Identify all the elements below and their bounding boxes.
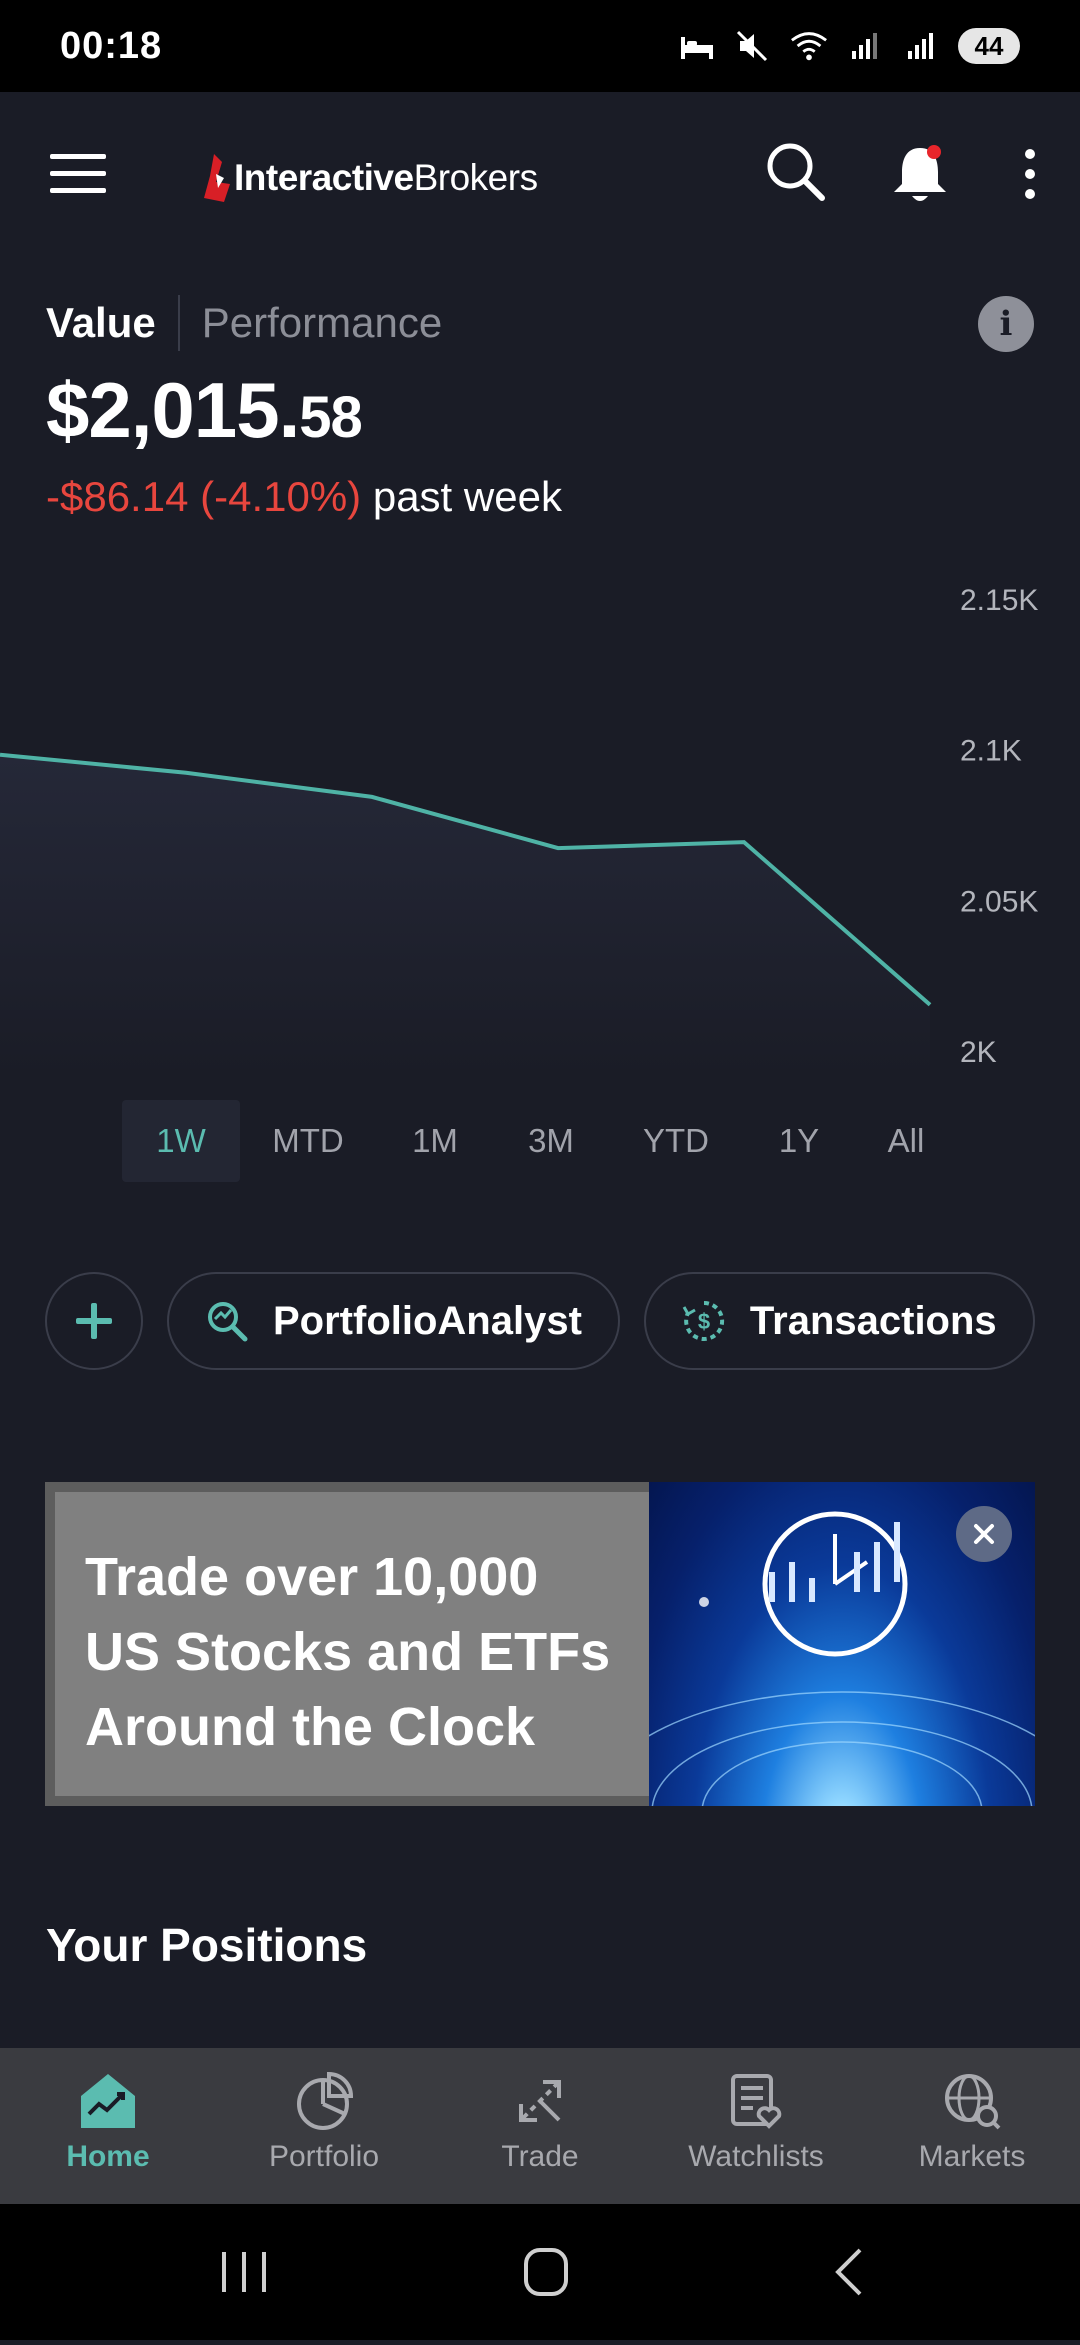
y-tick-label: 2.05K: [960, 885, 1038, 918]
pie-chart-icon: [293, 2070, 355, 2132]
status-time: 00:18: [60, 25, 162, 68]
tab-divider: [178, 295, 180, 351]
range-1w[interactable]: 1W: [122, 1100, 240, 1182]
brokers-logo-icon: [200, 152, 234, 204]
tab-value[interactable]: Value: [46, 299, 156, 347]
nav-portfolio[interactable]: Portfolio: [216, 2048, 432, 2204]
menu-icon[interactable]: [46, 144, 110, 204]
tab-performance[interactable]: Performance: [202, 299, 442, 347]
range-1y[interactable]: 1Y: [744, 1100, 854, 1182]
info-icon[interactable]: i: [978, 296, 1034, 352]
portfolio-analyst-label: PortfolioAnalyst: [273, 1299, 582, 1344]
home-chart-icon: [77, 2070, 139, 2132]
interactive-brokers-logo: InteractiveBrokers: [200, 148, 538, 208]
time-range-selector: 1WMTD1M3MYTD1YAll: [122, 1100, 958, 1182]
transactions-history-icon: $: [680, 1297, 728, 1345]
transactions-button[interactable]: $ Transactions: [644, 1272, 1035, 1370]
svg-text:$: $: [698, 1309, 710, 1334]
nav-trade[interactable]: Trade: [432, 2048, 648, 2204]
y-tick-label: 2.15K: [960, 584, 1038, 617]
range-mtd[interactable]: MTD: [240, 1100, 376, 1182]
status-bar: 00:18 44: [0, 0, 1080, 92]
range-1m[interactable]: 1M: [376, 1100, 494, 1182]
promo-line-2: US Stocks and ETFs: [85, 1615, 665, 1690]
nav-portfolio-label: Portfolio: [269, 2140, 379, 2174]
promo-banner-text-panel: Trade over 10,000 US Stocks and ETFs Aro…: [55, 1492, 655, 1796]
mute-icon: [734, 29, 772, 63]
portfolio-analyst-button[interactable]: PortfolioAnalyst: [167, 1272, 620, 1370]
plus-icon: [72, 1299, 116, 1343]
nav-trade-label: Trade: [501, 2140, 578, 2174]
promo-line-3: Around the Clock: [85, 1690, 665, 1765]
app-bar: InteractiveBrokers: [0, 92, 1080, 252]
nav-watchlists[interactable]: Watchlists: [648, 2048, 864, 2204]
search-icon[interactable]: [762, 138, 830, 206]
range-ytd[interactable]: YTD: [608, 1100, 744, 1182]
recent-apps-icon[interactable]: [222, 2252, 266, 2292]
signal-roaming-icon: [902, 29, 940, 63]
nav-markets-label: Markets: [919, 2140, 1026, 2174]
trade-arrows-icon: [509, 2070, 571, 2132]
signal-icon: [846, 29, 884, 63]
transactions-label: Transactions: [750, 1299, 997, 1344]
range-3m[interactable]: 3M: [494, 1100, 608, 1182]
battery-indicator: 44: [958, 28, 1020, 64]
chart-area-fill: [0, 755, 930, 1080]
nav-home[interactable]: Home: [0, 2048, 216, 2204]
globe-search-icon: [941, 2070, 1003, 2132]
sleep-mode-icon: [678, 29, 716, 63]
your-positions-heading: Your Positions: [46, 1918, 367, 1972]
portfolio-value-chart[interactable]: 2.15K 2.1K 2.05K 2K: [0, 560, 1080, 1080]
nav-markets[interactable]: Markets: [864, 2048, 1080, 2204]
nav-home-label: Home: [66, 2140, 149, 2174]
account-value-cents: 58: [299, 385, 362, 450]
promo-banner[interactable]: Trade over 10,000 US Stocks and ETFs Aro…: [45, 1482, 1035, 1806]
notifications-bell-icon[interactable]: [888, 140, 952, 208]
logo-text-brokers: Brokers: [414, 157, 538, 199]
portfolio-analyst-icon: [203, 1297, 251, 1345]
wifi-icon: [790, 29, 828, 63]
y-tick-label: 2K: [960, 1036, 997, 1069]
system-navigation-bar: [0, 2204, 1080, 2340]
nav-watchlists-label: Watchlists: [688, 2140, 824, 2174]
promo-headline: Trade over 10,000 US Stocks and ETFs Aro…: [85, 1540, 665, 1765]
y-tick-label: 2.1K: [960, 735, 1022, 768]
watchlist-heart-icon: [725, 2070, 787, 2132]
account-value: $2,015.58: [46, 365, 362, 456]
range-all[interactable]: All: [854, 1100, 958, 1182]
account-value-main: $2,015.: [46, 366, 299, 454]
bottom-navigation: Home Portfolio Trade Watchlists Markets: [0, 2048, 1080, 2204]
value-change-period: past week: [373, 473, 562, 520]
more-options-icon[interactable]: [1010, 140, 1050, 208]
add-button[interactable]: [45, 1272, 143, 1370]
promo-line-1: Trade over 10,000: [85, 1540, 665, 1615]
home-button-icon[interactable]: [526, 2250, 566, 2294]
close-banner-icon[interactable]: [956, 1506, 1012, 1562]
status-icons: 44: [678, 28, 1020, 64]
quick-actions: PortfolioAnalyst $ Transactions: [45, 1272, 1035, 1370]
value-performance-tabs: Value Performance: [46, 295, 442, 351]
value-change: -$86.14 (-4.10%) past week: [46, 473, 562, 521]
back-icon[interactable]: [838, 2250, 860, 2294]
logo-text-interactive: Interactive: [234, 157, 414, 199]
value-change-amount: -$86.14 (-4.10%): [46, 473, 361, 520]
